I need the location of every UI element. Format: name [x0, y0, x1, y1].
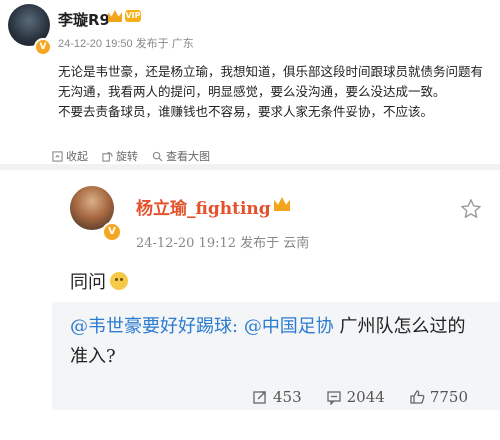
rotate-label: 旋转 [116, 150, 138, 163]
crown-icon [274, 197, 290, 211]
repost-icon [253, 391, 266, 404]
repost-count-value: 453 [273, 388, 302, 406]
embedded-content: 同问 [70, 268, 128, 294]
collapse-label: 收起 [66, 150, 88, 163]
comment-count-value: 2044 [346, 388, 385, 406]
zoom-icon [152, 151, 163, 161]
collapse-icon [52, 150, 63, 162]
view-large-button[interactable]: 查看大图 [152, 148, 210, 164]
star-icon [461, 199, 481, 218]
comment-count: 2044 [326, 388, 385, 406]
post-body: 无论是韦世豪，还是杨立瑜，我想知道，俱乐部这段时间跟球员就债务问题有无沟通，我看… [58, 62, 488, 122]
post-meta: 24-12-20 19:50 发布于 广东 [58, 38, 194, 50]
embedded-meta: 24-12-20 19:12 发布于 云南 [136, 236, 310, 251]
rotate-icon [102, 151, 113, 162]
author-badges: VIP [108, 10, 141, 22]
collapse-button[interactable]: 收起 [52, 148, 88, 164]
like-count-value: 7750 [429, 388, 469, 406]
view-large-label: 查看大图 [166, 150, 210, 163]
embedded-author-name: 杨立瑜_fighting [136, 199, 271, 219]
like-count: 7750 [409, 388, 468, 406]
verified-icon: V [34, 38, 52, 56]
verified-icon: V [102, 222, 122, 242]
image-actions: 收起 旋转 查看大图 [52, 148, 210, 164]
embedded-footer: 453 2044 7750 [252, 388, 468, 406]
repost-text: @韦世豪要好好踢球: @中国足协 广州队怎么过的准入? [70, 312, 480, 372]
embedded-content-text: 同问 [70, 272, 106, 293]
embedded-screenshot[interactable]: V 杨立瑜_fighting 24-12-20 19:12 发布于 云南 同问 … [52, 170, 500, 440]
mention-wei-shihao: @韦世豪要好好踢球: [70, 316, 239, 337]
post-paragraph-1: 无论是韦世豪，还是杨立瑜，我想知道，俱乐部这段时间跟球员就债务问题有无沟通，我看… [58, 64, 484, 99]
repost-count: 453 [252, 388, 302, 406]
post-paragraph-2: 不要去责备球员，谁赚钱也不容易，要求人家无条件妥协，不应该。 [58, 104, 434, 119]
like-icon [410, 390, 425, 404]
author-name[interactable]: 李璇R9 [58, 9, 110, 30]
post-header: V 李璇R9 VIP 24-12-20 19:50 发布于 广东 [0, 0, 500, 58]
rotate-button[interactable]: 旋转 [102, 148, 138, 164]
vip-icon: VIP [125, 10, 141, 22]
smile-emoji-icon [110, 272, 128, 290]
crown-icon [108, 10, 122, 22]
comment-icon [326, 391, 341, 405]
mention-cfa: @中国足协 [243, 316, 334, 337]
